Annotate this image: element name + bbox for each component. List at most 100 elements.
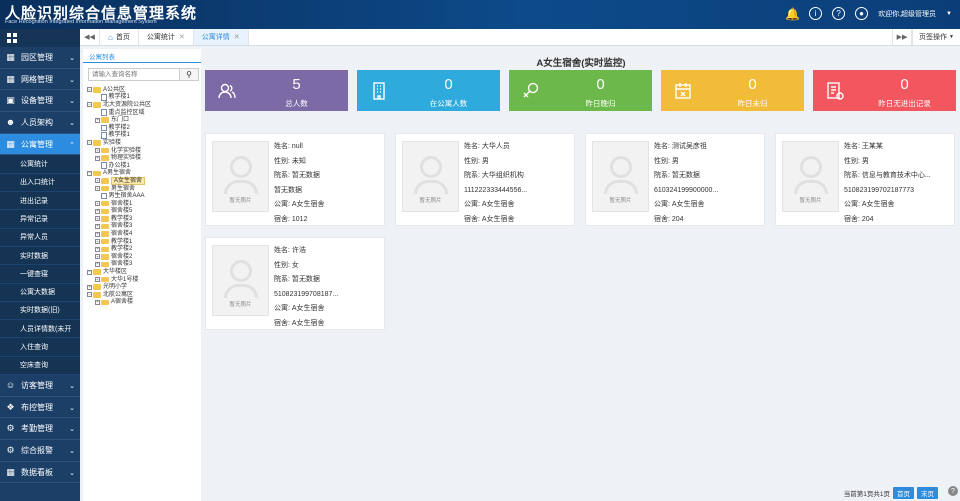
tree-node[interactable]: + 宿舍楼1: [87, 200, 199, 208]
info-icon[interactable]: i: [809, 7, 823, 20]
sidebar-toggle[interactable]: [0, 29, 80, 47]
help-icon[interactable]: ?: [832, 7, 846, 20]
tree-toggle-icon[interactable]: +: [95, 239, 100, 245]
tree-node[interactable]: − 北大资源院公共区: [87, 101, 199, 109]
sidebar-sub-item[interactable]: 实时数据: [0, 246, 80, 266]
tree-node[interactable]: − A公共区: [87, 86, 199, 94]
user-avatar-icon[interactable]: ●: [855, 7, 869, 20]
tree-toggle-icon[interactable]: −: [87, 292, 92, 298]
tab-apartment-stats[interactable]: 公寓统计 ✕: [139, 29, 194, 45]
tree-node[interactable]: + 教学楼1: [87, 238, 199, 246]
help-icon[interactable]: ?: [948, 486, 958, 496]
tree-node[interactable]: + 物理实验楼: [87, 154, 199, 162]
tree-node[interactable]: + 光明小学: [87, 283, 199, 291]
sidebar-sub-item[interactable]: 进出记录: [0, 192, 80, 211]
tree-toggle-icon[interactable]: +: [95, 223, 100, 229]
tree-toggle-icon[interactable]: +: [95, 186, 100, 192]
tree-toggle-icon[interactable]: +: [95, 299, 100, 305]
person-card[interactable]: 暂无照片 姓名: 大华人员 性别: 男院系: 大华组织机构 111222333444…: [395, 133, 575, 226]
tree-node[interactable]: 教学楼1: [87, 132, 199, 140]
tree-node[interactable]: 教学楼2: [87, 124, 199, 132]
close-icon[interactable]: ✕: [179, 33, 185, 41]
sidebar-menu-item[interactable]: ▣ 设备管理 ⌄: [0, 90, 80, 113]
bell-icon[interactable]: 🔔: [785, 7, 800, 20]
tree-toggle-icon[interactable]: +: [95, 254, 100, 260]
sidebar-sub-item[interactable]: 人员详情数(未开: [0, 320, 80, 339]
user-greeting[interactable]: 欢迎你,超级管理员: [878, 9, 936, 19]
tab-home[interactable]: ⌂ 首页: [100, 29, 139, 45]
sidebar-sub-item[interactable]: 实时数据(旧): [0, 301, 80, 321]
sidebar-menu-item[interactable]: ☻ 人员架构 ⌄: [0, 112, 80, 134]
stat-card[interactable]: 0 昨日晚归: [509, 70, 652, 111]
tree-node[interactable]: − 实验楼: [87, 139, 199, 147]
sidebar-menu-item[interactable]: ▦ 公寓管理 ⌃: [0, 133, 80, 156]
tree-node[interactable]: + 教学楼3: [87, 215, 199, 223]
tree-toggle-icon[interactable]: −: [87, 140, 92, 146]
sidebar-menu-item[interactable]: ❖ 布控管理 ⌄: [0, 397, 80, 419]
tree-node[interactable]: + A宿舍楼: [87, 299, 199, 307]
tree-toggle-icon[interactable]: +: [95, 201, 100, 207]
stat-card[interactable]: 0 昨日未归: [661, 70, 804, 111]
tree-toggle-icon[interactable]: +: [95, 216, 100, 222]
tree-node[interactable]: + 教学楼2: [87, 245, 199, 253]
tree-toggle-icon[interactable]: −: [87, 87, 92, 93]
sidebar-sub-item[interactable]: 异常记录: [0, 210, 80, 229]
tab-ops-menu[interactable]: 页签操作 ▼: [912, 29, 960, 45]
tree-node[interactable]: + 宿舍楼4: [87, 230, 199, 238]
tree-toggle-icon[interactable]: −: [87, 102, 92, 108]
tree-node[interactable]: − 北航公寓区: [87, 291, 199, 299]
tree-node[interactable]: − 大华楼区: [87, 268, 199, 276]
tree-node[interactable]: 重点监控区域: [87, 109, 199, 117]
stat-card[interactable]: 0 在公寓人数: [357, 70, 500, 111]
sidebar-menu-item[interactable]: ⚙ 考勤管理 ⌄: [0, 418, 80, 441]
sidebar-menu-item[interactable]: ▦ 数据看板 ⌄: [0, 462, 80, 484]
tree-toggle-icon[interactable]: +: [95, 231, 100, 237]
sidebar-sub-item[interactable]: 公寓大数据: [0, 283, 80, 302]
stat-card[interactable]: 5 总人数: [205, 70, 348, 111]
tree-toggle-icon[interactable]: +: [87, 284, 92, 290]
tree-node[interactable]: 男生宿舍AAA: [87, 192, 199, 200]
tab-scroll-left-button[interactable]: ◀◀: [80, 29, 100, 45]
sidebar-menu-item[interactable]: ▦ 网格管理 ⌄: [0, 69, 80, 91]
tree-toggle-icon[interactable]: +: [95, 246, 100, 252]
tree-node[interactable]: 办公楼1: [87, 162, 199, 170]
search-icon[interactable]: ⚲: [179, 69, 198, 80]
tree-toggle-icon[interactable]: −: [87, 170, 92, 176]
last-page-button[interactable]: 末页: [917, 487, 938, 499]
tree-node[interactable]: + 东门口: [87, 116, 199, 124]
sidebar-sub-item[interactable]: 入住查询: [0, 338, 80, 357]
tree-toggle-icon[interactable]: +: [95, 148, 100, 154]
sidebar-sub-item[interactable]: 异常人员: [0, 228, 80, 247]
tab-apartment-detail[interactable]: 公寓详情 ✕: [193, 29, 249, 45]
person-card[interactable]: 暂无照片 姓名: 测试吴彦祖 性别: 男院系: 暂无数据 6103241999000…: [585, 133, 765, 226]
tree-toggle-icon[interactable]: +: [95, 277, 100, 283]
tree-node[interactable]: + 宿舍楼5: [87, 208, 199, 216]
tree-node[interactable]: + 宿舍楼3: [87, 223, 199, 231]
tree-node[interactable]: + 大华1号楼: [87, 276, 199, 284]
tree-node[interactable]: + 宿舍楼3: [87, 261, 199, 269]
tree-node[interactable]: + A女生宿舍: [87, 176, 199, 185]
tree-toggle-icon[interactable]: +: [95, 117, 100, 123]
tree-node[interactable]: 教学楼1: [87, 94, 199, 102]
tree-search-input[interactable]: [89, 69, 179, 80]
tree-toggle-icon[interactable]: +: [95, 155, 100, 161]
person-card[interactable]: 暂无照片 姓名: null 性别: 未知 院系: 暂无数据 暂无数据 公寓: A女生宿舍…: [205, 133, 385, 226]
sidebar-sub-item[interactable]: 出入口统计: [0, 173, 80, 193]
sidebar-sub-item[interactable]: 公寓统计: [0, 155, 80, 174]
person-card[interactable]: 暂无照片 姓名: 许浩 性别: 女院系: 暂无数据 510823199708187.…: [205, 237, 385, 330]
chevron-down-icon[interactable]: ▼: [946, 11, 952, 17]
tree-toggle-icon[interactable]: +: [95, 208, 100, 214]
tree-node[interactable]: + 宿舍楼2: [87, 253, 199, 261]
sidebar-menu-item[interactable]: ⚙ 综合报警 ⌄: [0, 440, 80, 462]
tree-toggle-icon[interactable]: +: [95, 178, 100, 184]
tree-node[interactable]: + 男生宿舍: [87, 185, 199, 193]
tree-node[interactable]: + 化学实验楼: [87, 147, 199, 155]
tree-toggle-icon[interactable]: +: [95, 261, 100, 267]
sidebar-menu-item[interactable]: ☺ 访客管理 ⌄: [0, 375, 80, 397]
sidebar-sub-item[interactable]: 一键查寝: [0, 265, 80, 284]
sidebar-sub-item[interactable]: 空床查询: [0, 356, 80, 375]
tab-scroll-right-button[interactable]: ▶▶: [892, 29, 913, 45]
sidebar-menu-item[interactable]: ▦ 园区管理 ⌄: [0, 47, 80, 69]
stat-card[interactable]: 0 昨日无进出记录: [813, 70, 956, 111]
first-page-button[interactable]: 首页: [893, 487, 914, 499]
